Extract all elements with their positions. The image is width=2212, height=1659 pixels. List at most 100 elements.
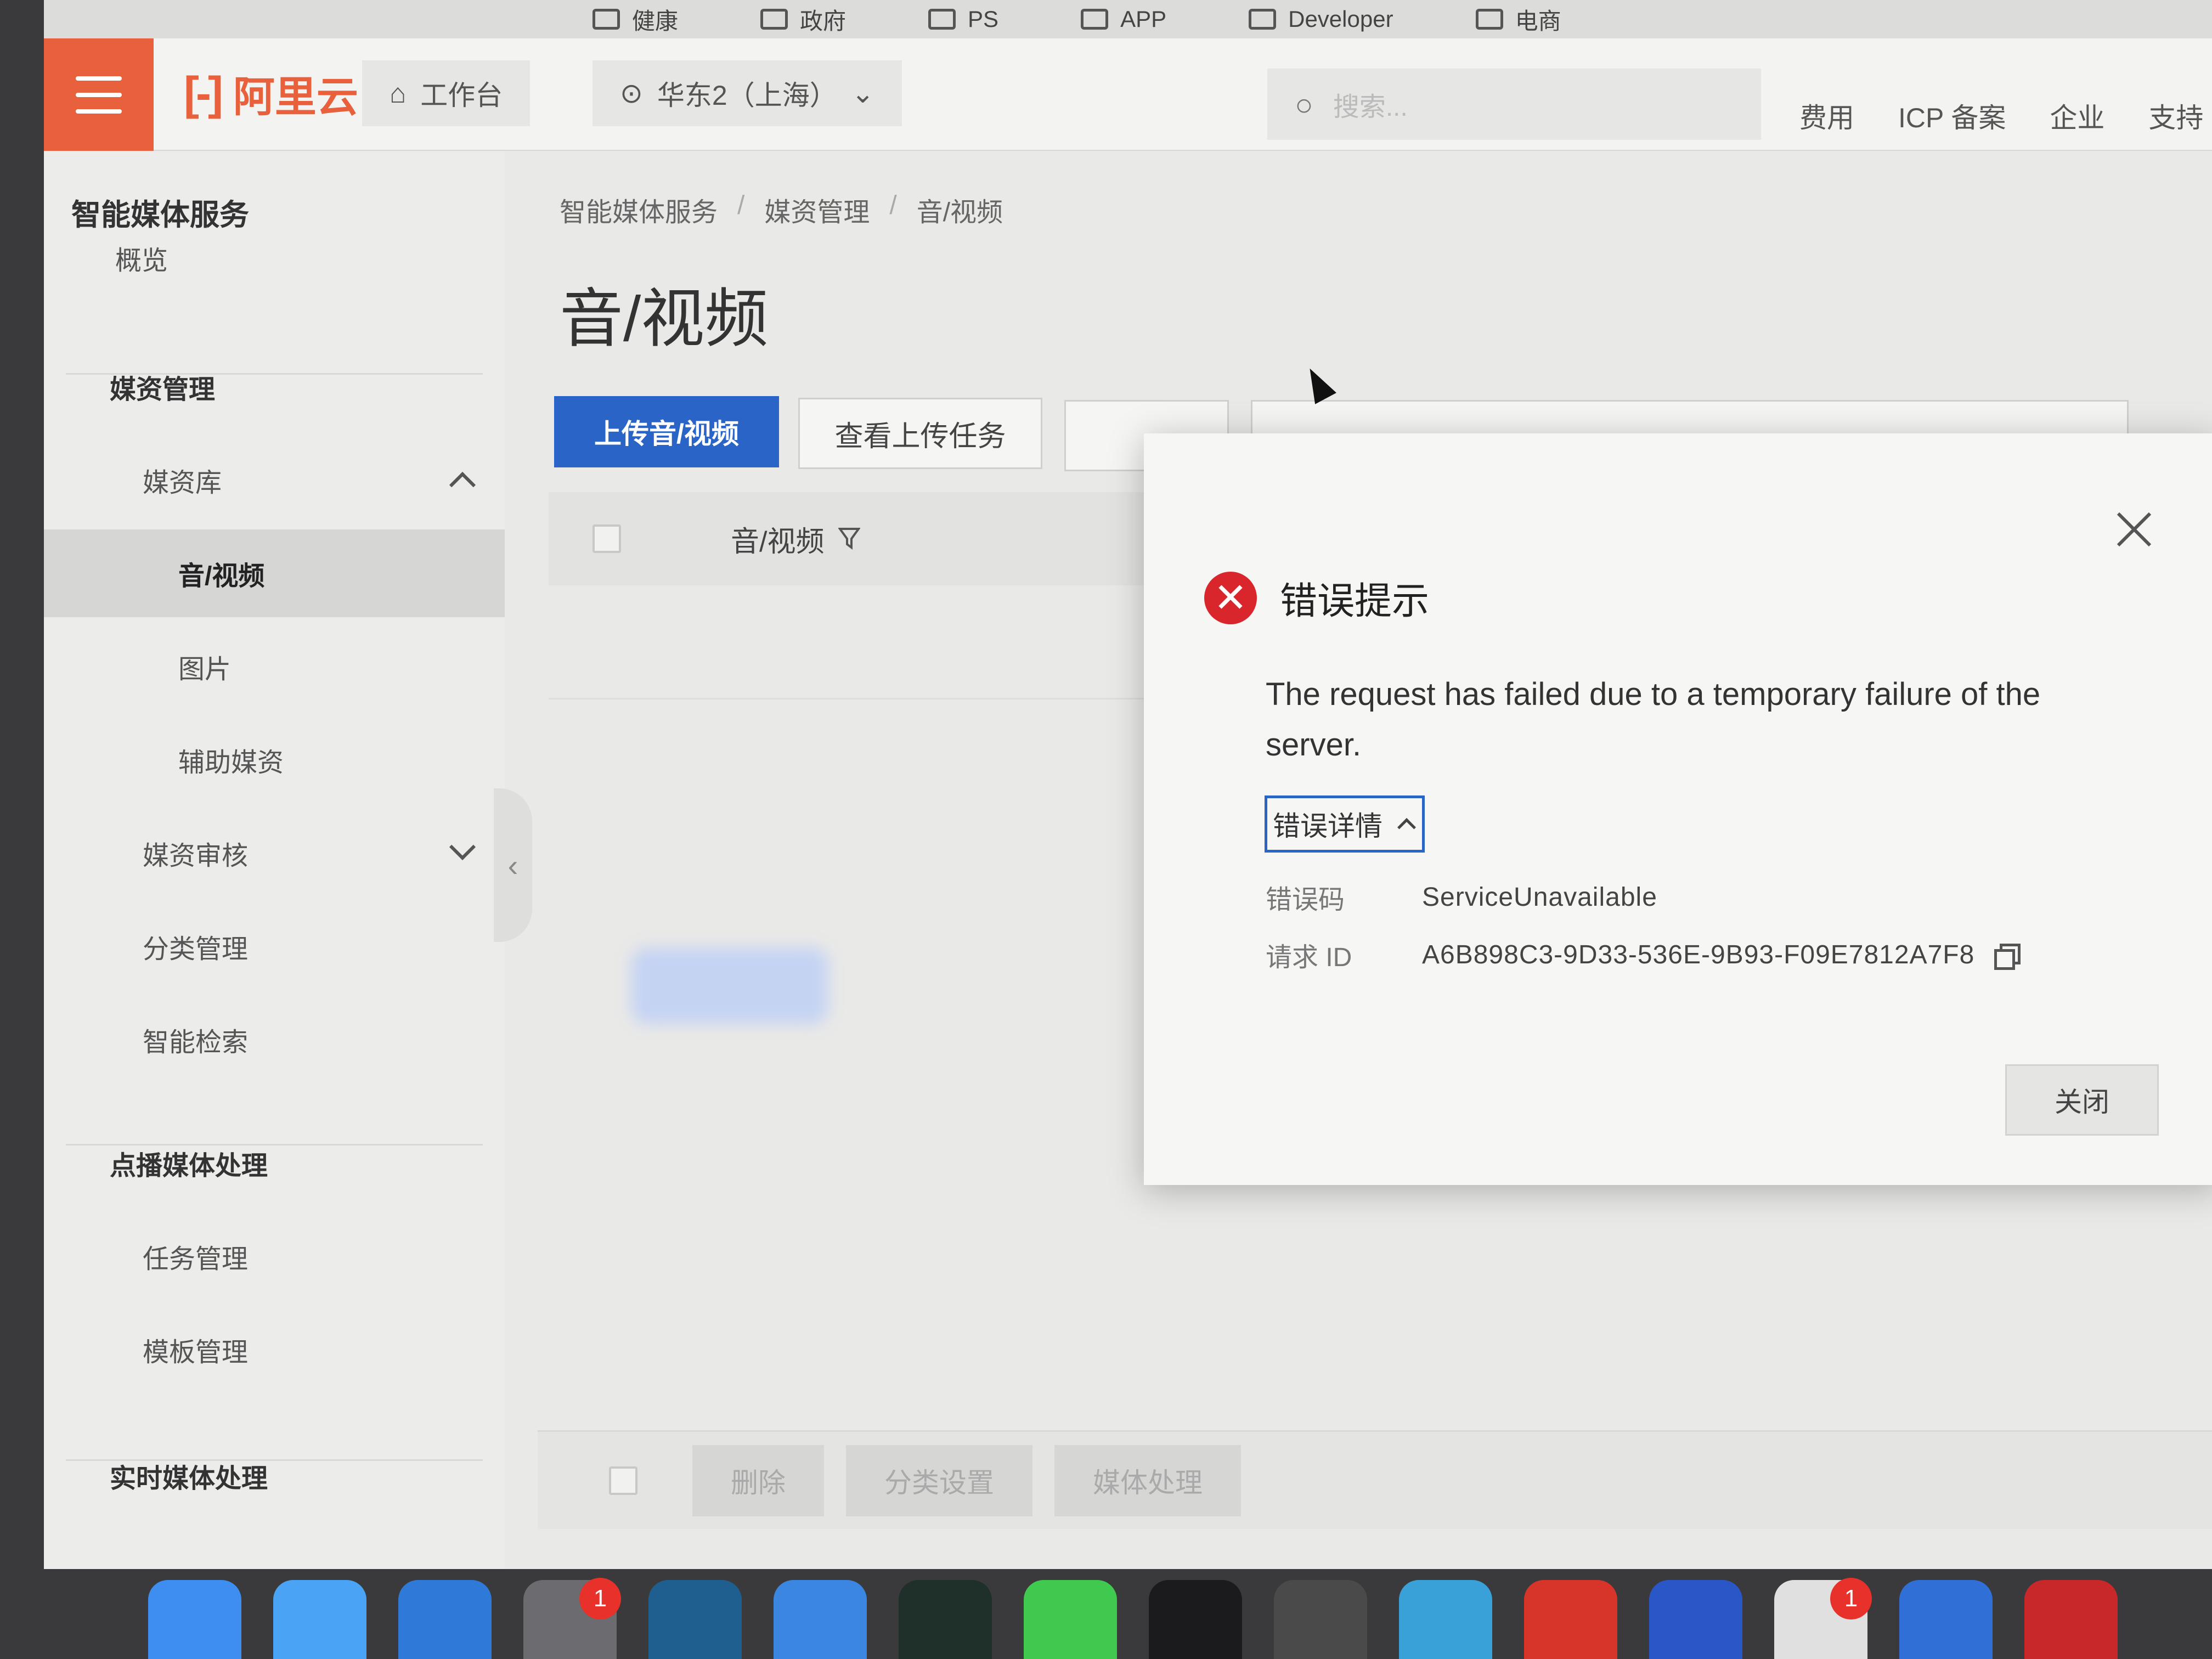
nav-link[interactable]: 企业 xyxy=(2050,96,2104,136)
sidebar-divider xyxy=(66,1459,483,1461)
sidebar-divider xyxy=(66,373,483,375)
breadcrumb-separator: / xyxy=(737,191,745,220)
sidebar-item[interactable]: 任务管理 xyxy=(44,1212,505,1300)
bookmark-item[interactable]: Developer xyxy=(1249,6,1393,32)
browser-window: 健康 政府 PS APP Developer 电商 [-] 阿里云 ⌂ 工作台 ⊙ 华东2… xyxy=(44,0,2212,1569)
bookmark-label: Developer xyxy=(1288,6,1393,32)
dock-app-chat-app[interactable] xyxy=(1899,1580,1993,1659)
footer-select-checkbox[interactable] xyxy=(609,1466,637,1495)
sidebar: 智能媒体服务 概览 媒资管理 媒资库 音/视频 图片 辅助媒资 媒资审核 分类管理 智能检索 点播… xyxy=(44,152,532,1569)
logo-mark-icon: [-] xyxy=(184,67,223,119)
sidebar-item-label: 点播媒体处理 xyxy=(110,1152,268,1181)
bookmark-item[interactable]: 电商 xyxy=(1475,3,1561,36)
close-icon[interactable] xyxy=(2115,510,2153,549)
folder-icon xyxy=(928,9,956,30)
chevron-up-icon xyxy=(1397,818,1416,837)
breadcrumb-separator: / xyxy=(889,191,897,220)
top-navigation: [-] 阿里云 ⌂ 工作台 ⊙ 华东2（上海） ⌄ ○ 搜索... 费用 ICP … xyxy=(44,38,2212,151)
folder-icon xyxy=(1249,9,1277,30)
breadcrumb-item[interactable]: 媒资管理 xyxy=(764,190,870,229)
sidebar-item-label: 任务管理 xyxy=(143,1245,249,1274)
nav-link[interactable]: 费用 xyxy=(1799,96,1854,136)
workbench-link[interactable]: ⌂ 工作台 xyxy=(362,60,531,126)
sidebar-item-label: 智能检索 xyxy=(143,1028,249,1057)
nav-link[interactable]: ICP 备案 xyxy=(1898,96,2006,136)
sidebar-item[interactable]: 实时媒体处理 xyxy=(44,1432,505,1520)
sidebar-item-label: 媒资库 xyxy=(143,469,222,498)
bookmark-item[interactable]: PS xyxy=(928,6,998,32)
chevron-down-icon: ⌄ xyxy=(851,78,874,109)
sidebar-item[interactable]: 音/视频 xyxy=(44,529,505,617)
bookmarks-bar: 健康 政府 PS APP Developer 电商 xyxy=(44,0,2212,38)
filter-icon[interactable] xyxy=(838,527,861,551)
dialog-close-button[interactable]: 关闭 xyxy=(2005,1064,2159,1136)
sidebar-divider xyxy=(66,1144,483,1146)
folder-icon xyxy=(1081,9,1109,30)
dock-app-activity-monitor[interactable] xyxy=(899,1580,992,1659)
sidebar-item-label: 概览 xyxy=(115,246,168,275)
sidebar-item[interactable]: 图片 xyxy=(44,623,505,710)
dock-app-messages[interactable] xyxy=(1024,1580,1117,1659)
details-label: 错误详情 xyxy=(1273,811,1383,842)
dock-app-red-app[interactable] xyxy=(2024,1580,2118,1659)
hamburger-menu-button[interactable] xyxy=(44,38,154,151)
bookmark-item[interactable]: 健康 xyxy=(592,3,678,36)
sidebar-item[interactable]: 辅助媒资 xyxy=(44,716,505,804)
region-selector[interactable]: ⊙ 华东2（上海） ⌄ xyxy=(592,60,902,126)
dock-app-editor[interactable] xyxy=(1649,1580,1742,1659)
batch-action-button[interactable]: 分类设置 xyxy=(846,1444,1032,1516)
sidebar-item-label: 模板管理 xyxy=(143,1338,249,1367)
dock-app-terminal[interactable] xyxy=(1149,1580,1242,1659)
dock-app-finder[interactable] xyxy=(148,1580,241,1659)
dock-app-xcode[interactable] xyxy=(398,1580,492,1659)
bookmark-label: 电商 xyxy=(1515,8,1561,34)
home-icon: ⌂ xyxy=(390,78,407,109)
dialog-header: ✕ 错误提示 xyxy=(1204,571,1429,625)
select-all-checkbox[interactable] xyxy=(592,524,621,553)
notification-badge: 1 xyxy=(579,1578,621,1620)
sidebar-item[interactable]: 概览 xyxy=(44,214,505,302)
error-code-row: 错误码 ServiceUnavailable xyxy=(1266,878,1657,916)
aliyun-logo[interactable]: [-] 阿里云 xyxy=(184,67,358,121)
breadcrumb-item[interactable]: 智能媒体服务 xyxy=(560,190,718,229)
dock-app-network-app[interactable] xyxy=(648,1580,742,1659)
sidebar-item[interactable]: 智能检索 xyxy=(44,996,505,1084)
view-upload-tasks-button[interactable]: 查看上传任务 xyxy=(798,398,1042,469)
sidebar-item[interactable]: 模板管理 xyxy=(44,1306,505,1393)
bookmark-item[interactable]: APP xyxy=(1081,6,1166,32)
sidebar-item[interactable]: 媒资库 xyxy=(44,436,505,524)
search-icon: ○ xyxy=(1295,87,1313,122)
nav-links: 费用 ICP 备案 企业 支持 xyxy=(1799,96,2203,136)
workbench-label: 工作台 xyxy=(420,80,503,111)
breadcrumb: 智能媒体服务 / 媒资管理 / 音/视频 xyxy=(560,190,1003,229)
dock-app-photos[interactable] xyxy=(1399,1580,1492,1659)
global-search-input[interactable]: ○ 搜索... xyxy=(1267,69,1761,140)
error-code-value: ServiceUnavailable xyxy=(1422,882,1657,912)
upload-media-button[interactable]: 上传音/视频 xyxy=(554,396,779,467)
chevron-up-icon xyxy=(449,471,476,499)
sidebar-item[interactable]: 媒资审核 xyxy=(44,809,505,897)
dock-app-archive[interactable] xyxy=(1274,1580,1367,1659)
dock-app-toggle-app[interactable]: 1 xyxy=(1774,1578,1872,1659)
chevron-down-icon xyxy=(449,833,476,861)
copy-icon[interactable] xyxy=(1994,944,2021,970)
sidebar-item[interactable]: 点播媒体处理 xyxy=(44,1119,505,1207)
dock-app-settings[interactable]: 1 xyxy=(523,1578,621,1659)
bookmark-label: 政府 xyxy=(800,8,847,34)
bookmark-label: PS xyxy=(968,6,999,32)
folder-icon xyxy=(592,9,620,30)
bookmark-item[interactable]: 政府 xyxy=(760,3,846,36)
sidebar-item[interactable]: 媒资管理 xyxy=(44,343,505,431)
batch-action-button[interactable]: 删除 xyxy=(692,1444,824,1516)
error-details-toggle[interactable]: 错误详情 xyxy=(1265,795,1425,853)
dock-app-safari[interactable] xyxy=(774,1580,867,1659)
batch-action-button[interactable]: 媒体处理 xyxy=(1054,1444,1241,1516)
sidebar-item[interactable]: 分类管理 xyxy=(44,902,505,990)
nav-link[interactable]: 支持 xyxy=(2148,96,2203,136)
dock-app-mail[interactable] xyxy=(273,1580,366,1659)
dock-app-chrome[interactable] xyxy=(1524,1580,1617,1659)
region-label: 华东2（上海） xyxy=(657,80,837,111)
error-dialog: ✕ 错误提示 The request has failed due to a t… xyxy=(1144,433,2212,1185)
sidebar-item-label: 分类管理 xyxy=(143,935,249,964)
folder-icon xyxy=(1475,9,1503,30)
